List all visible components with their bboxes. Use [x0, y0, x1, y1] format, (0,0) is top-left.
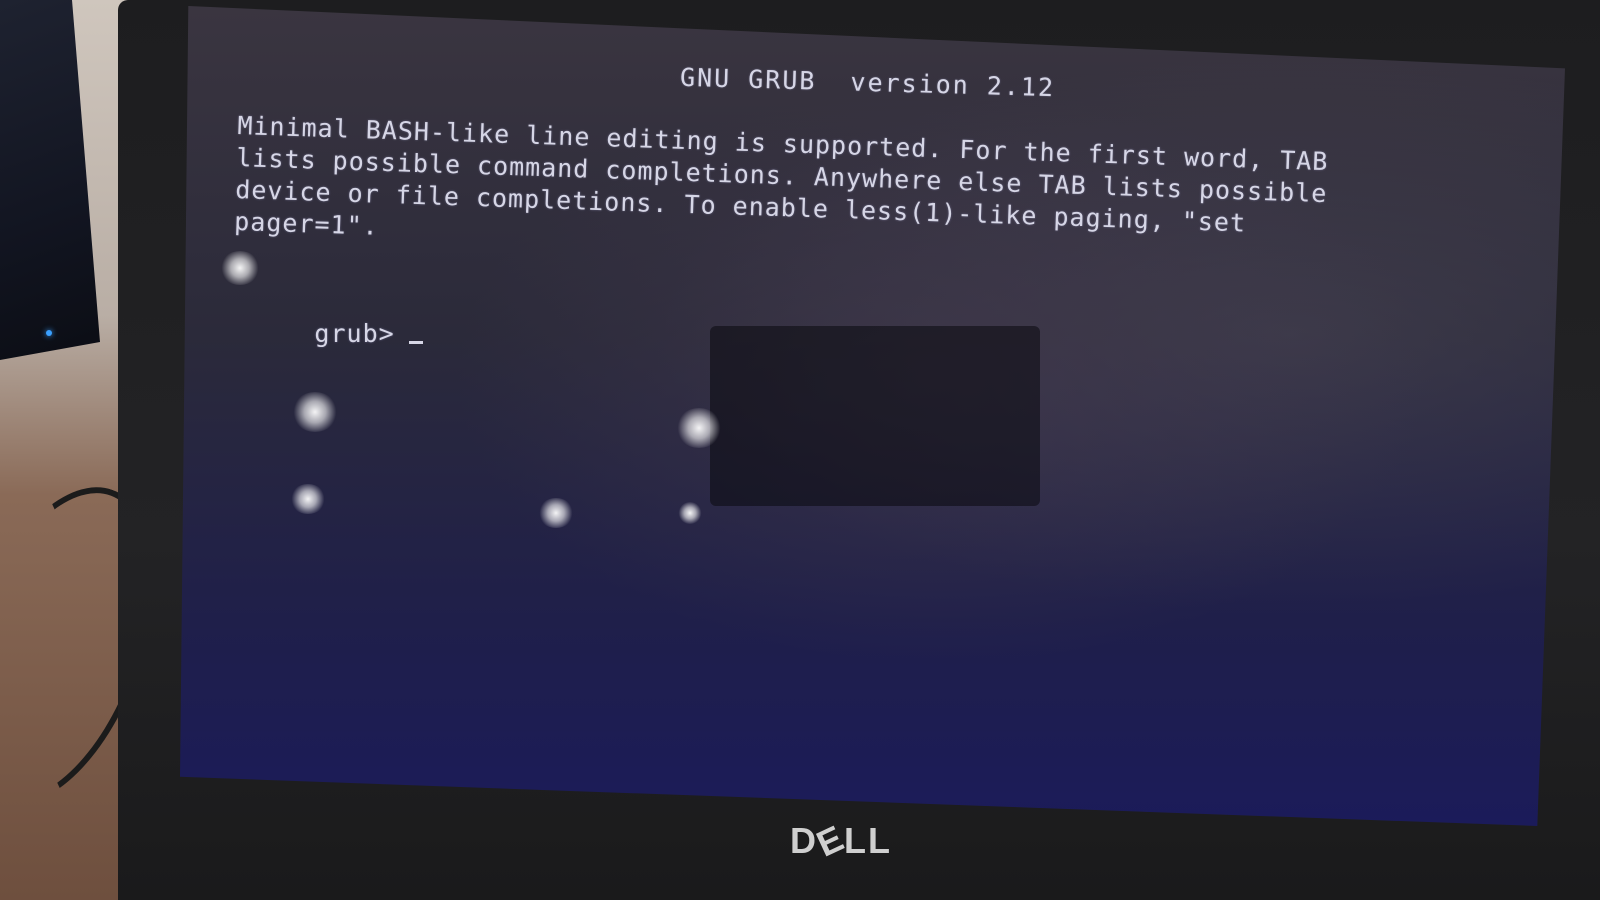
grub-help-text: Minimal BASH-like line editing is suppor… — [234, 110, 1418, 277]
grub-prompt-line[interactable]: grub> — [186, 290, 423, 377]
grub-header: GNU GRUB version 2.12 — [679, 62, 1056, 103]
photo-scene: GNU GRUB version 2.12 Minimal BASH-like … — [0, 0, 1600, 900]
text-cursor[interactable] — [408, 341, 423, 344]
grub-prompt: grub> — [314, 319, 395, 348]
laptop-screen: GNU GRUB version 2.12 Minimal BASH-like … — [180, 6, 1565, 826]
grub-terminal[interactable]: GNU GRUB version 2.12 Minimal BASH-like … — [180, 6, 1565, 826]
logo-ll: LL — [844, 820, 892, 861]
dell-logo: DELL — [790, 816, 892, 864]
power-led — [46, 330, 52, 336]
